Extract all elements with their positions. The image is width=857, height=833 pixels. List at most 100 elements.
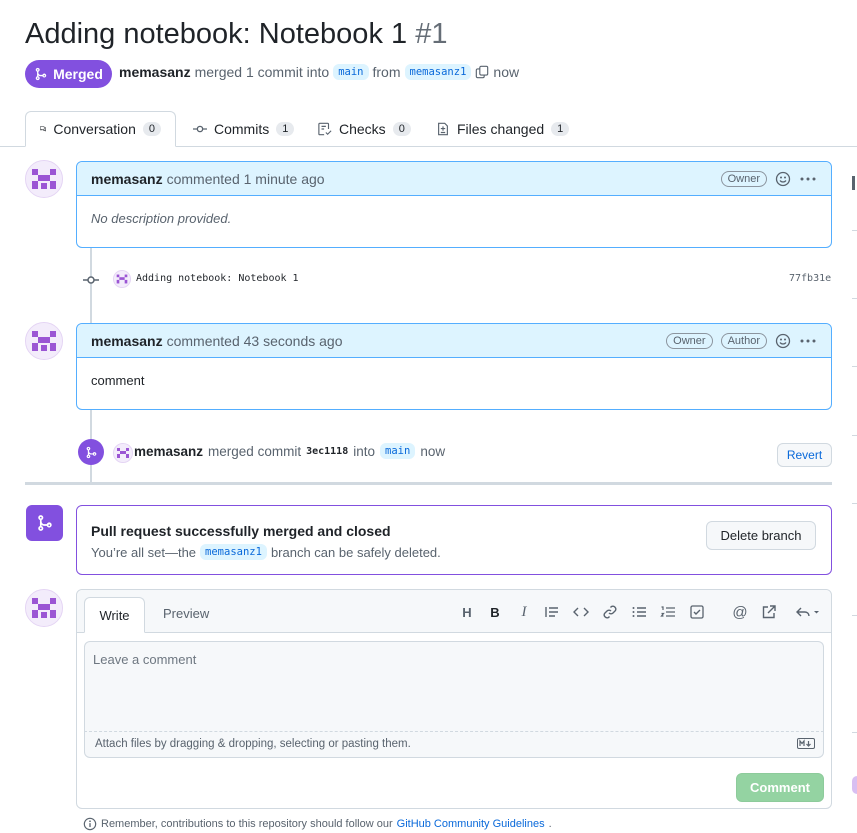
merge-event-badge — [78, 439, 104, 465]
deletable-branch-label[interactable]: memasanz1 — [200, 544, 267, 560]
copy-icon[interactable] — [475, 65, 489, 79]
merged-label: Merged — [53, 66, 103, 82]
pr-number: #1 — [415, 18, 448, 50]
tab-counter: 1 — [551, 122, 570, 136]
merge-icon — [37, 515, 52, 531]
comment-header: memasanz commented 43 seconds ago Owner … — [77, 324, 831, 358]
commit-message-link[interactable]: Adding notebook: Notebook 1 — [136, 273, 299, 284]
tab-counter: 0 — [142, 122, 161, 136]
tab-label: Files changed — [457, 121, 545, 137]
unordered-list-icon[interactable] — [630, 603, 648, 621]
tab-preview[interactable]: Preview — [163, 606, 209, 621]
merged-status-text: You’re all set—the memasanz1 branch can … — [91, 544, 441, 560]
merge-time: now — [420, 443, 446, 459]
commit-sha-link[interactable]: 77fb31e — [789, 273, 831, 284]
merged-status-title: Pull request successfully merged and clo… — [91, 523, 391, 539]
file-diff-icon — [438, 122, 448, 136]
tab-files-changed[interactable]: Files changed 1 — [436, 111, 570, 147]
quote-icon[interactable] — [543, 603, 561, 621]
timeline-separator — [25, 482, 832, 485]
avatar-small[interactable] — [113, 270, 131, 288]
merge-author-link[interactable]: memasanz — [134, 444, 203, 459]
base-branch-label[interactable]: main — [333, 64, 369, 80]
tab-checks[interactable]: Checks 0 — [318, 111, 411, 147]
pr-title-text: Adding notebook: Notebook 1 — [25, 18, 408, 50]
sidebar-avatar-fragment — [852, 776, 857, 794]
sidebar-divider — [852, 435, 857, 436]
italic-icon[interactable]: I — [515, 603, 533, 621]
pr-author-link[interactable]: memasanz — [119, 64, 191, 80]
merge-commit-sha[interactable]: 3ec1118 — [306, 446, 348, 457]
meta-from-text: from — [372, 64, 401, 80]
ordered-list-icon[interactable] — [659, 603, 677, 621]
tab-label: Checks — [339, 121, 386, 137]
owner-badge: Owner — [720, 170, 767, 187]
merged-state-badge: Merged — [25, 60, 112, 88]
merge-event-text: memasanz merged commit 3ec1118 into main… — [134, 443, 445, 459]
meta-time: now — [493, 64, 520, 80]
kebab-horizontal-icon[interactable] — [799, 333, 817, 349]
merge-branch-label[interactable]: main — [380, 443, 416, 459]
link-icon[interactable] — [601, 603, 619, 621]
comment-body: comment — [91, 373, 145, 388]
comment-body: No description provided. — [91, 211, 232, 226]
sidebar-divider — [852, 732, 857, 733]
meta-merged-text: merged 1 commit into — [194, 64, 330, 80]
avatar[interactable] — [25, 160, 63, 198]
owner-badge: Owner — [666, 332, 713, 349]
guidelines-text: Remember, contributions to this reposito… — [101, 818, 393, 830]
attach-files-text: Attach files by dragging & dropping, sel… — [95, 738, 411, 750]
comment-timestamp[interactable]: commented 1 minute ago — [167, 171, 325, 187]
kebab-horizontal-icon[interactable] — [799, 171, 817, 187]
merge-event-label: merged commit — [208, 443, 302, 459]
attach-files-bar[interactable]: Attach files by dragging & dropping, sel… — [84, 731, 824, 758]
smiley-icon[interactable] — [775, 171, 791, 187]
head-branch-label[interactable]: memasanz1 — [404, 64, 472, 80]
sidebar-divider — [852, 503, 857, 504]
avatar[interactable] — [25, 589, 63, 627]
commit-icon — [193, 125, 207, 133]
guidelines-end: . — [548, 818, 552, 830]
comment-submit-button[interactable]: Comment — [736, 773, 824, 802]
comment-card: memasanz commented 43 seconds ago Owner … — [76, 323, 832, 410]
heading-icon[interactable]: H — [458, 603, 476, 621]
avatar-small[interactable] — [113, 443, 133, 463]
tab-write[interactable]: Write — [84, 597, 145, 633]
reply-icon[interactable] — [795, 603, 821, 621]
merged-text-after: branch can be safely deleted. — [270, 544, 441, 560]
mention-icon[interactable]: @ — [731, 603, 749, 621]
comment-author[interactable]: memasanz — [91, 333, 163, 349]
sidebar-divider — [852, 615, 857, 616]
revert-button[interactable]: Revert — [777, 443, 832, 467]
tab-counter: 0 — [392, 122, 411, 136]
markdown-icon[interactable] — [797, 738, 815, 749]
page-title: Adding notebook: Notebook 1 #1 — [25, 18, 447, 51]
merged-text-before: You’re all set—the — [91, 544, 197, 560]
comment-author[interactable]: memasanz — [91, 171, 163, 187]
pr-meta: memasanz merged 1 commit into main from … — [119, 64, 519, 80]
code-icon[interactable] — [572, 603, 590, 621]
tab-conversation[interactable]: Conversation 0 — [25, 111, 176, 147]
tab-label: Conversation — [53, 121, 136, 137]
comment-header: memasanz commented 1 minute ago Owner — [77, 162, 831, 196]
comment-card: memasanz commented 1 minute ago Owner No… — [76, 161, 832, 248]
commit-icon — [83, 276, 99, 284]
delete-branch-button[interactable]: Delete branch — [706, 521, 816, 550]
comment-textarea[interactable]: Leave a comment — [84, 641, 824, 731]
merge-status-icon — [26, 505, 63, 541]
bold-icon[interactable]: B — [486, 603, 504, 621]
smiley-icon[interactable] — [775, 333, 791, 349]
sidebar-divider — [852, 230, 857, 231]
avatar[interactable] — [25, 322, 63, 360]
comment-timestamp[interactable]: commented 43 seconds ago — [167, 333, 343, 349]
task-list-icon[interactable] — [688, 603, 706, 621]
comment-discussion-icon — [40, 126, 47, 132]
sidebar-divider — [852, 366, 857, 367]
checklist-icon — [318, 122, 332, 136]
sidebar-divider — [852, 298, 857, 299]
reference-icon[interactable] — [760, 603, 778, 621]
community-guidelines-link[interactable]: GitHub Community Guidelines — [397, 818, 545, 830]
tab-commits[interactable]: Commits 1 — [193, 111, 295, 147]
sidebar-fragment — [852, 176, 855, 190]
info-icon — [83, 817, 97, 831]
